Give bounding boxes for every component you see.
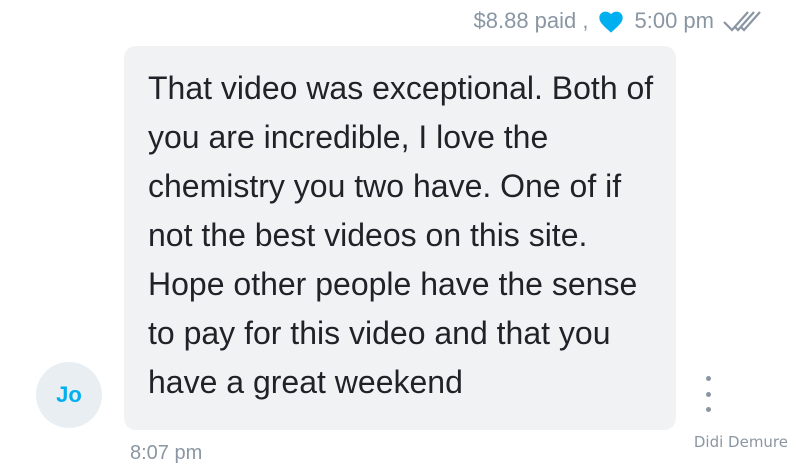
- heart-icon[interactable]: [597, 7, 627, 35]
- message-bubble[interactable]: That video was exceptional. Both of you …: [124, 46, 711, 430]
- paid-label: $8.88 paid ,: [473, 8, 589, 33]
- more-vertical-icon[interactable]: [698, 376, 718, 412]
- avatar[interactable]: Jo: [36, 362, 102, 428]
- sent-time: 5:00 pm: [634, 8, 715, 33]
- avatar-initials: Jo: [56, 382, 82, 407]
- message-text: That video was exceptional. Both of you …: [148, 70, 654, 400]
- watermark: Didi Demure: [693, 433, 788, 451]
- double-check-icon: [722, 7, 764, 35]
- message-meta: $8.88 paid , 5:00 pm: [474, 6, 764, 36]
